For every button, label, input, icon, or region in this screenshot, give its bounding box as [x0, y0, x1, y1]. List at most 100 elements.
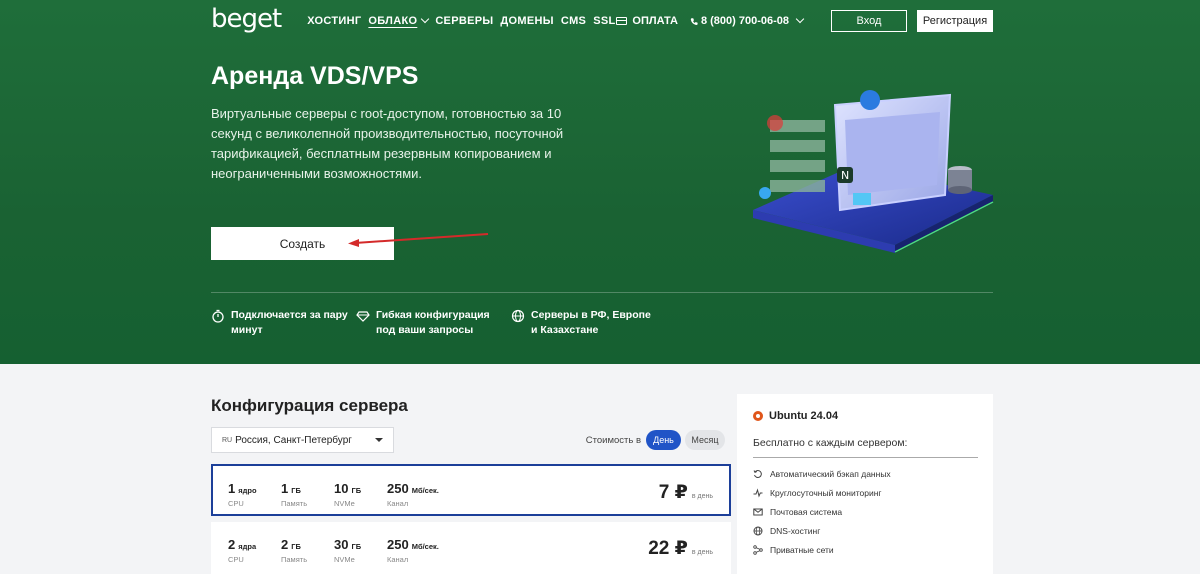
globe-icon — [753, 526, 763, 535]
cpu-spec: 2 ядра CPU — [228, 536, 256, 564]
backup-icon — [753, 469, 762, 478]
perk-item: Круглосуточный мониторинг — [753, 483, 977, 502]
cpu-spec: 1 ядро CPU — [228, 480, 257, 508]
nav-ssl-label: SSL — [593, 15, 616, 27]
perk-text: Почтовая система — [770, 506, 843, 517]
phone-icon — [690, 17, 698, 25]
price-amount: 7 ₽ — [658, 482, 688, 503]
channel-spec: 250 Мб/сек. Канал — [387, 480, 439, 508]
plan-card[interactable]: 2 ядра CPU 2 ГБ Память 30 ГБ NVMe 250 Мб/сек… — [211, 522, 731, 574]
ram-unit: ГБ — [291, 486, 301, 495]
feature-text: Подключается за пару минут — [231, 309, 348, 336]
perk-item: Почтовая система — [753, 502, 977, 521]
nav-right: ОПЛАТА 8 (800) 700-06-08 Вход Регистраци… — [616, 10, 993, 32]
os-summary-card: Ubuntu 24.04 Бесплатно с каждым сервером… — [737, 394, 993, 574]
ram-label: Память — [281, 499, 308, 508]
channel-value: 250 — [387, 537, 409, 552]
perk-text: DNS-хостинг — [770, 525, 821, 536]
gem-icon — [356, 311, 370, 322]
ram-label: Память — [281, 555, 308, 564]
nav-servers-label: СЕРВЕРЫ — [435, 15, 494, 27]
perk-item: Автоматический бэкап данных — [753, 464, 977, 483]
network-icon — [753, 544, 763, 555]
disk-unit: ГБ — [351, 486, 362, 495]
feature-list: Подключается за пару минут Гибкая конфиг… — [211, 308, 651, 338]
region-select[interactable]: RU Россия, Санкт-Петербург — [211, 427, 394, 453]
perk-text: Приватные сети — [770, 544, 834, 555]
price-label: Стоимость в — [585, 434, 641, 446]
cpu-value: 1 — [228, 481, 236, 496]
svg-text:N: N — [841, 169, 849, 182]
caret-down-icon — [375, 438, 383, 442]
channel-value: 250 — [387, 481, 409, 496]
nav-domains[interactable]: ДОМЕНЫ — [500, 15, 553, 27]
period-day-button[interactable]: День — [646, 430, 681, 450]
credit-card-icon — [616, 17, 628, 25]
server-illustration: N — [753, 90, 994, 253]
register-button[interactable]: Регистрация — [917, 10, 993, 32]
price-amount: 22 ₽ — [648, 538, 688, 559]
plan-price: 7 ₽ в день — [659, 481, 713, 504]
free-label: Бесплатно с каждым сервером: — [753, 437, 978, 458]
hero-divider — [211, 292, 993, 293]
perk-item: Приватные сети — [753, 540, 977, 559]
globe-icon — [511, 309, 525, 323]
nav-cloud[interactable]: ОБЛАКО — [368, 14, 430, 27]
nav-ssl[interactable]: SSL — [593, 15, 615, 27]
chevron-down-icon — [421, 14, 430, 24]
mail-icon — [753, 508, 763, 515]
perk-text: Автоматический бэкап данных — [770, 468, 891, 479]
disk-unit: ГБ — [351, 542, 362, 551]
phone-number: 8 (800) 700-06-08 — [700, 15, 789, 27]
page-title: Аренда VDS/VPS — [211, 62, 419, 90]
config-title: Конфигурация сервера — [211, 396, 408, 415]
pay-label: ОПЛАТА — [632, 15, 678, 27]
nav-cms[interactable]: CMS — [561, 15, 586, 27]
top-nav: beget ХОСТИНГ ОБЛАКО СЕРВЕРЫ ДОМЕНЫ CMS … — [211, 4, 993, 34]
nav-hosting[interactable]: ХОСТИНГ — [307, 15, 361, 27]
channel-unit: Мб/сек. — [411, 486, 439, 495]
nav-domains-label: ДОМЕНЫ — [500, 15, 554, 27]
ram-unit: ГБ — [291, 542, 301, 551]
cpu-value: 2 — [228, 537, 236, 552]
cpu-unit: ядра — [238, 542, 257, 551]
feature-item: Подключается за пару минут — [211, 308, 356, 338]
perk-list: Автоматический бэкап данных Круглосуточн… — [753, 464, 977, 559]
disk-value: 30 — [334, 537, 349, 552]
plan-card[interactable]: 1 ядро CPU 1 ГБ Память 10 ГБ NVMe 250 Мб/сек… — [211, 464, 731, 516]
cpu-label: CPU — [228, 555, 244, 564]
nav-hosting-label: ХОСТИНГ — [307, 15, 362, 27]
channel-unit: Мб/сек. — [411, 542, 439, 551]
disk-value: 10 — [334, 481, 349, 496]
hero-section: beget ХОСТИНГ ОБЛАКО СЕРВЕРЫ ДОМЕНЫ CMS … — [0, 0, 1200, 364]
flag-label: RU — [222, 436, 233, 444]
nav-cms-label: CMS — [560, 15, 587, 27]
channel-label: Канал — [387, 499, 409, 508]
feature-text: Гибкая конфигурация под ваши запросы — [376, 309, 490, 336]
disk-label: NVMe — [334, 555, 355, 564]
ubuntu-icon — [753, 411, 763, 421]
nav-servers[interactable]: СЕРВЕРЫ — [435, 15, 493, 27]
perk-text: Круглосуточный мониторинг — [770, 487, 882, 498]
price-period: в день — [691, 549, 713, 556]
pay-link[interactable]: ОПЛАТА — [616, 15, 678, 27]
perk-item: DNS-хостинг — [753, 521, 977, 540]
stopwatch-icon — [212, 309, 224, 323]
chevron-down-icon — [795, 14, 805, 24]
beget-logo[interactable]: beget — [211, 4, 282, 34]
disk-label: NVMe — [334, 499, 355, 508]
feature-item: Серверы в РФ, Европе и Казахстане — [511, 308, 651, 338]
phone-link[interactable]: 8 (800) 700-06-08 — [690, 14, 805, 27]
monitoring-icon — [753, 487, 763, 498]
period-month-button[interactable]: Месяц — [685, 430, 725, 450]
ram-value: 2 — [281, 537, 289, 552]
os-name: Ubuntu 24.04 — [769, 410, 839, 422]
price-period-toggle: Стоимость в День Месяц — [586, 430, 725, 450]
ram-value: 1 — [281, 481, 289, 496]
feature-text: Серверы в РФ, Европе и Казахстане — [531, 309, 651, 336]
region-value: Россия, Санкт-Петербург — [235, 434, 352, 446]
channel-spec: 250 Мб/сек. Канал — [387, 536, 439, 564]
os-title: Ubuntu 24.04 — [753, 410, 977, 422]
login-button[interactable]: Вход — [831, 10, 907, 32]
feature-item: Гибкая конфигурация под ваши запросы — [356, 308, 511, 338]
